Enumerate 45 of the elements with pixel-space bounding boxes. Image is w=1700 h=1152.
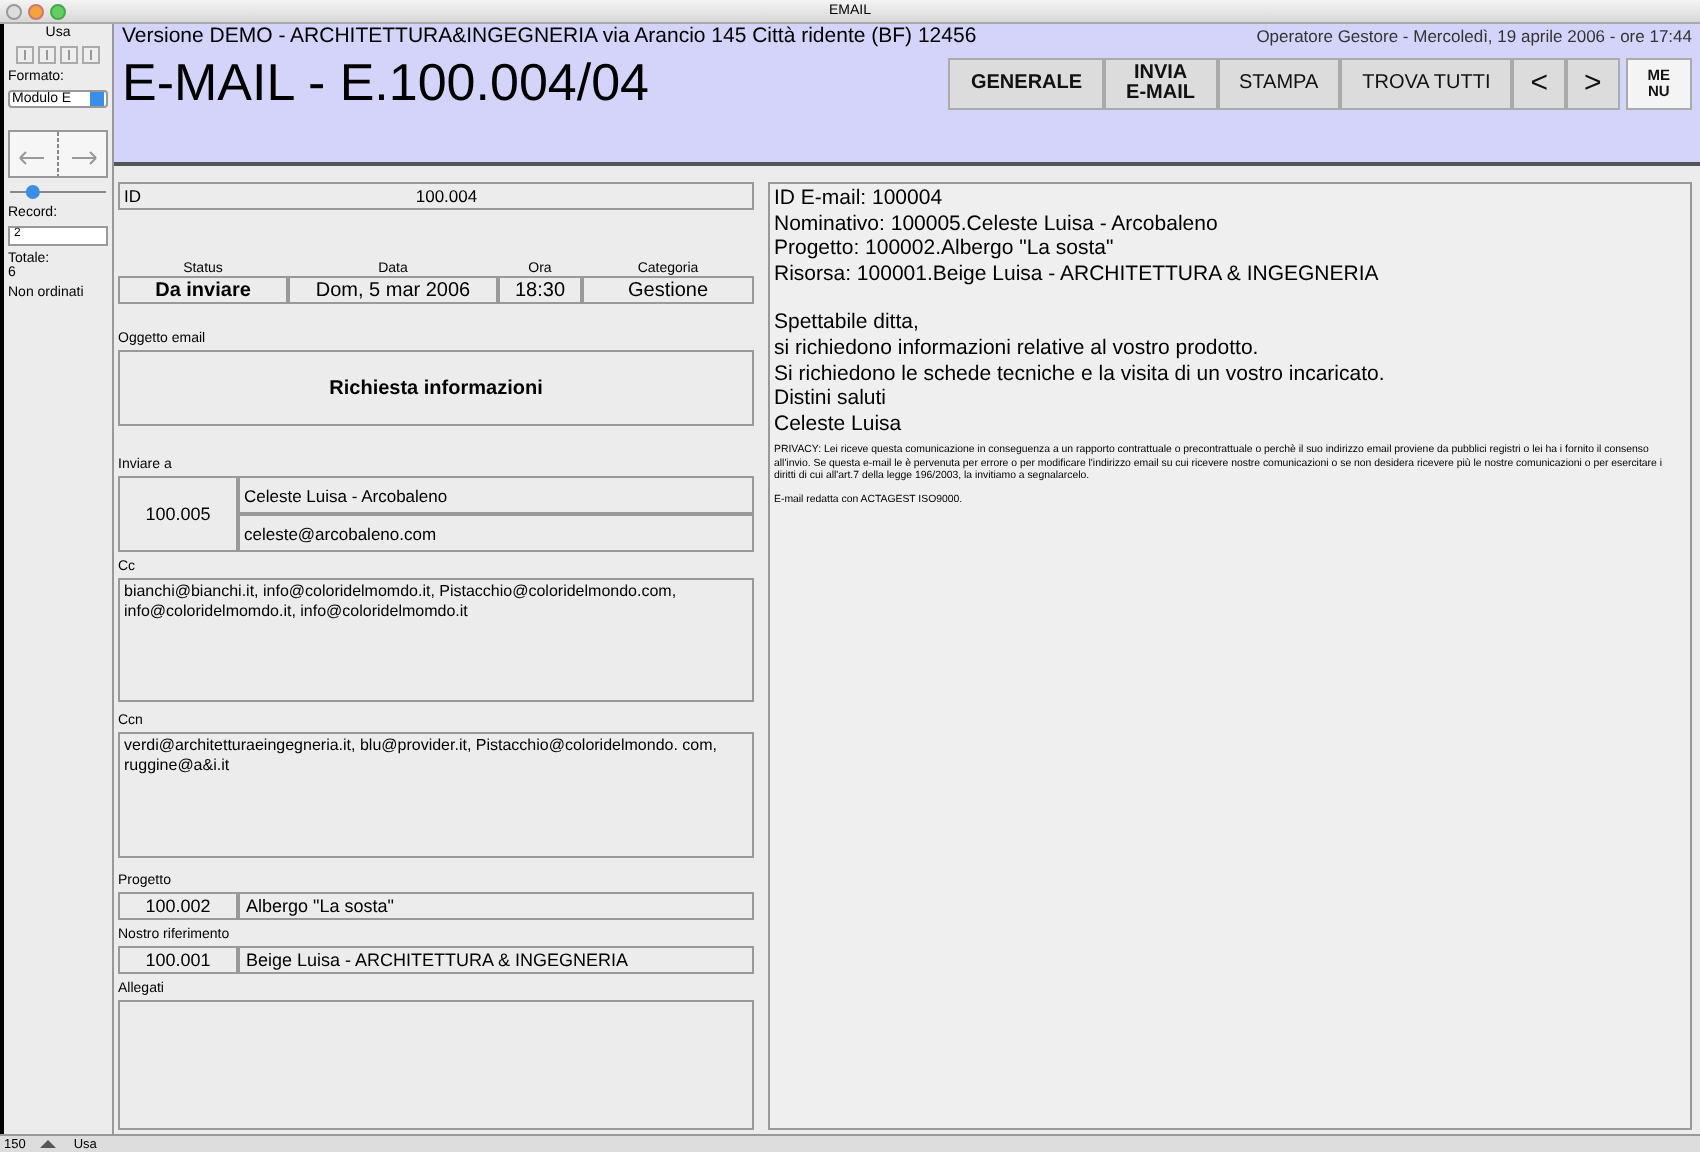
project-name: Albergo "La sosta" — [238, 892, 754, 920]
body-line: ID E-mail: 100004 — [774, 186, 945, 212]
body-line: Nominativo: 100005.Celeste Luisa - Arcobaleno — [774, 211, 1220, 237]
field-value: 18:30 — [498, 276, 582, 304]
body-line: Progetto: 100002.Albergo "La sosta" — [774, 236, 1116, 262]
reference-code: 100.001 — [118, 946, 238, 974]
preview-tool-icon[interactable] — [82, 46, 100, 64]
minimize-button[interactable] — [28, 3, 44, 19]
ccn-field: verdi@architetturaeingegneria.it, blu@provider.it, Pistacchio@coloridelmondo. com, ruggine@a&i.it — [118, 732, 754, 858]
company-info: Versione DEMO - ARCHITETTURA&INGEGNERIA via Arancio 145 Città ridente (BF) 12456 — [122, 24, 977, 48]
record-title: E-MAIL - E.100.004/04 — [122, 52, 650, 114]
book-icon[interactable] — [8, 130, 108, 178]
body-line: Distini saluti — [774, 386, 889, 412]
recipient-email: celeste@arcobaleno.com — [238, 514, 754, 552]
browse-tool-icon[interactable] — [16, 46, 34, 64]
subject-field: Richiesta informazioni — [118, 350, 754, 426]
body-line: Risorsa: 100001.Beige Luisa - ARCHITETTURA & INGEGNERIA — [774, 261, 1381, 287]
layout-tool-icon[interactable] — [60, 46, 78, 64]
body-line: Celeste Luisa — [774, 411, 904, 437]
reference-name: Beige Luisa - ARCHITETTURA & INGEGNERIA — [238, 946, 754, 974]
find-tool-icon[interactable] — [38, 46, 56, 64]
toolbar-button[interactable]: GENERALE — [948, 57, 1105, 109]
body-line: Si richiedono le schede tecniche e la visita di un vostro incaricato. — [774, 361, 1387, 387]
project-code: 100.002 — [118, 892, 238, 920]
record-slider[interactable] — [8, 184, 108, 200]
operator-info: Operatore Gestore - Mercoledì, 19 aprile 2006 - ore 17:44 — [1256, 26, 1692, 46]
field-value: Dom, 5 mar 2006 — [288, 276, 498, 304]
id-label: ID — [124, 186, 141, 206]
field-value: Gestione — [582, 276, 754, 304]
recipient-name: Celeste Luisa - Arcobaleno — [238, 476, 754, 514]
toolbar-button[interactable]: TROVA TUTTI — [1340, 57, 1513, 109]
field-value: Da inviare — [118, 276, 288, 304]
recipient-code: 100.005 — [118, 476, 238, 552]
toolbar-button[interactable]: STAMPA — [1217, 57, 1341, 109]
toolbar-button[interactable]: > — [1565, 57, 1620, 109]
zoom-icon[interactable] — [37, 1138, 62, 1150]
cc-field: bianchi@bianchi.it, info@coloridelmomdo.it, Pistacchio@coloridelmondo.com, info@coloridelmomdo.it, info@coloridelmomdo.it — [118, 578, 754, 702]
toolbar-button[interactable]: < — [1512, 57, 1566, 109]
body-line: si richiedono informazioni relative al vostro prodotto. — [774, 335, 1261, 362]
close-button[interactable] — [6, 3, 22, 19]
slider-thumb[interactable] — [25, 185, 40, 199]
toolbar-button[interactable]: INVIA E-MAIL — [1104, 57, 1217, 109]
body-line: Spettabile ditta, — [774, 310, 921, 336]
id-value: 100.004 — [413, 186, 480, 206]
zoom-button[interactable] — [50, 3, 66, 19]
